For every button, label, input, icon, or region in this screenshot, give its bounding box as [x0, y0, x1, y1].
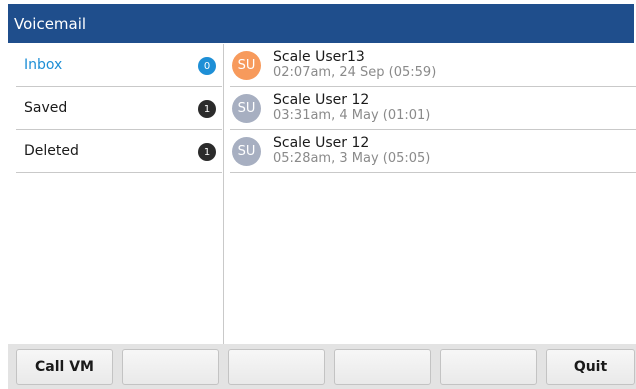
caller-name: Scale User 12: [273, 135, 370, 151]
message-text: Scale User13 02:07am, 24 Sep (05:59): [273, 49, 436, 81]
message-time: 05:28am, 3 May (05:05): [273, 151, 431, 166]
message-time: 03:31am, 4 May (01:01): [273, 108, 431, 123]
count-badge: 0: [198, 57, 216, 75]
folder-label: Deleted: [24, 143, 79, 159]
message-text: Scale User 12 05:28am, 3 May (05:05): [273, 135, 430, 167]
folder-label: Inbox: [24, 57, 63, 73]
caller-name: Scale User13: [273, 49, 365, 65]
caller-name: Scale User 12: [273, 92, 370, 108]
avatar: SU: [232, 136, 261, 166]
page-title: Voicemail: [14, 14, 87, 33]
avatar: SU: [232, 50, 261, 80]
message-row[interactable]: SU Scale User 12 03:31am, 4 May (01:01): [230, 87, 636, 130]
avatar: SU: [232, 93, 261, 123]
quit-button[interactable]: Quit: [546, 349, 635, 385]
folder-item-deleted[interactable]: Deleted 1: [16, 130, 222, 173]
message-row[interactable]: SU Scale User 12 05:28am, 3 May (05:05): [230, 130, 636, 173]
count-badge: 1: [198, 100, 216, 118]
message-time: 02:07am, 24 Sep (05:59): [273, 65, 437, 80]
folder-label: Saved: [24, 100, 68, 116]
call-vm-button[interactable]: Call VM: [16, 349, 113, 385]
folder-item-inbox[interactable]: Inbox 0: [16, 44, 222, 87]
pane-divider: [223, 44, 224, 344]
softkey-2[interactable]: [122, 349, 219, 385]
title-bar: Voicemail: [8, 4, 634, 43]
message-row[interactable]: SU Scale User13 02:07am, 24 Sep (05:59): [230, 44, 636, 87]
message-list: SU Scale User13 02:07am, 24 Sep (05:59) …: [230, 44, 636, 173]
count-badge: 1: [198, 143, 216, 161]
folder-list: Inbox 0 Saved 1 Deleted 1: [16, 44, 222, 174]
softkey-3[interactable]: [228, 349, 325, 385]
softkey-4[interactable]: [334, 349, 431, 385]
message-text: Scale User 12 03:31am, 4 May (01:01): [273, 92, 430, 124]
softkey-bar: Call VM Quit: [8, 344, 636, 389]
softkey-5[interactable]: [440, 349, 537, 385]
folder-item-saved[interactable]: Saved 1: [16, 87, 222, 130]
